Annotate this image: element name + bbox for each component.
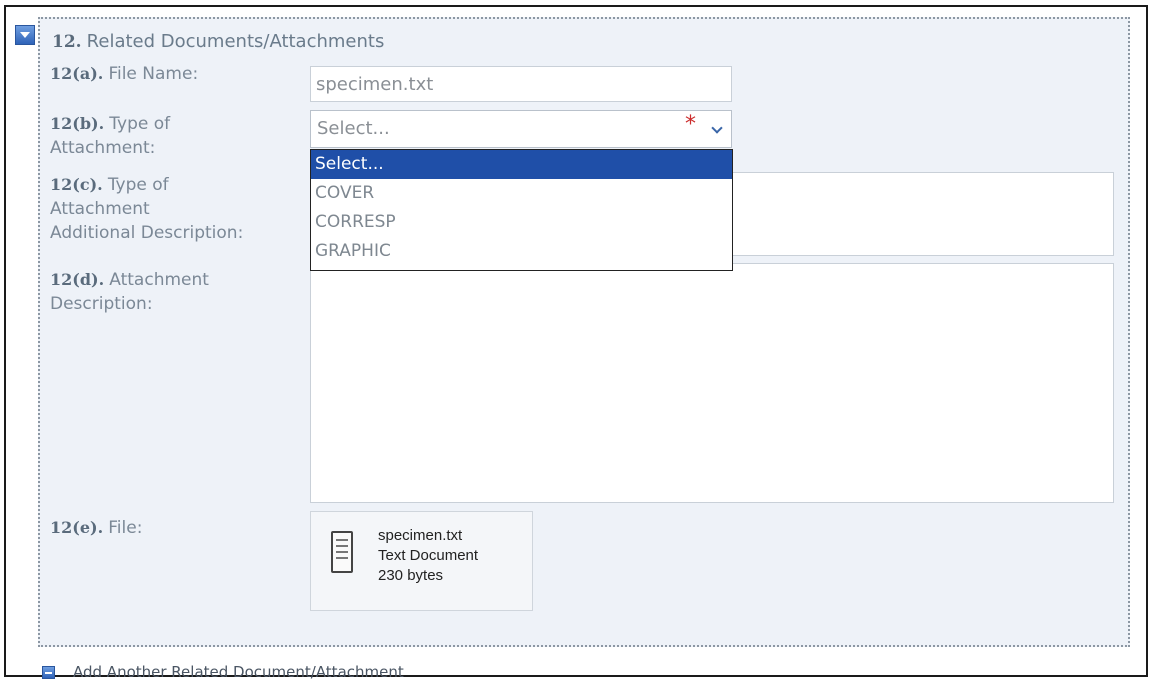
chevron-down-icon[interactable] xyxy=(707,119,727,141)
file-name-label: 12(a). File Name: xyxy=(50,64,199,84)
file-name: specimen.txt xyxy=(378,527,463,544)
section-number: 12. xyxy=(52,32,82,52)
type-of-attachment-dropdown-list: Select... COVER CORRESP GRAPHIC xyxy=(310,149,733,271)
file-label: 12(e). File: xyxy=(50,518,143,538)
dropdown-option[interactable]: Select... xyxy=(311,150,732,179)
additional-description-label: 12(c). Type of Attachment Additional Des… xyxy=(50,175,244,243)
file-info: specimen.txt Text Document 230 bytes xyxy=(378,526,478,586)
attachment-description-textarea[interactable] xyxy=(310,263,1114,503)
type-select-value: Select... xyxy=(317,118,390,139)
file-attachment-card[interactable]: specimen.txt Text Document 230 bytes xyxy=(310,511,533,611)
type-of-attachment-label: 12(b). Type of Attachment: xyxy=(50,114,171,158)
dropdown-option[interactable]: COVER xyxy=(311,179,732,208)
type-of-attachment-select[interactable]: Select... * xyxy=(310,110,732,148)
file-type: Text Document xyxy=(378,547,479,564)
text-document-icon xyxy=(331,531,353,573)
add-icon xyxy=(42,665,55,679)
add-another-attachment-link[interactable]: Add Another Related Document/Attachment xyxy=(42,662,404,682)
required-asterisk: * xyxy=(685,112,696,137)
file-size: 230 bytes xyxy=(378,567,444,584)
file-name-value: specimen.txt xyxy=(316,74,434,95)
dropdown-option[interactable]: GRAPHIC xyxy=(311,237,732,266)
collapse-arrow-icon[interactable] xyxy=(15,25,35,45)
section-title-text: Related Documents/Attachments xyxy=(86,31,385,52)
add-another-label: Add Another Related Document/Attachment xyxy=(73,663,404,681)
section-title: 12. Related Documents/Attachments xyxy=(52,30,384,54)
file-name-input[interactable]: specimen.txt xyxy=(310,66,732,102)
attachment-description-label: 12(d). Attachment Description: xyxy=(50,270,209,314)
dropdown-option[interactable]: CORRESP xyxy=(311,208,732,237)
